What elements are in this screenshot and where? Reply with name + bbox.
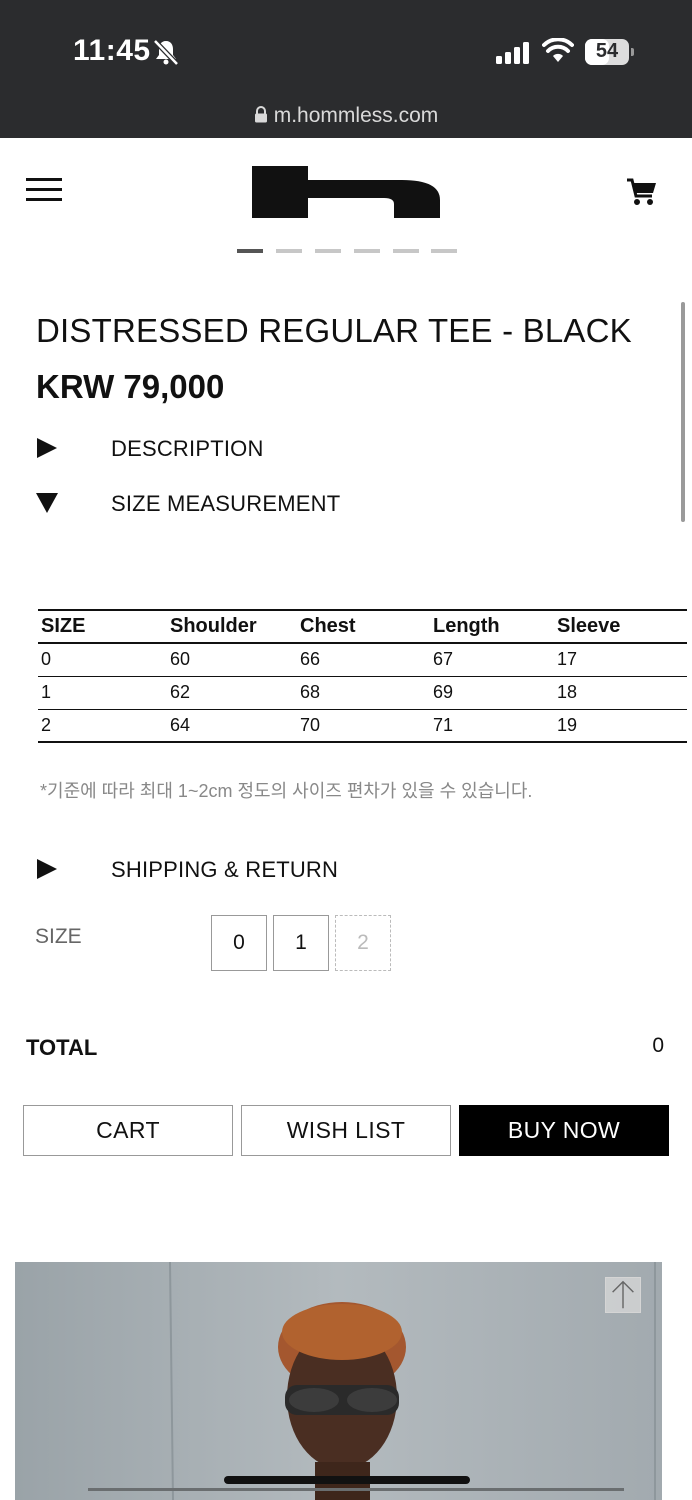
table-cell: 62 [167,676,297,710]
silent-bell-icon [153,39,179,66]
table-row: 0 60 66 67 17 [38,643,687,677]
hommless-logo[interactable] [252,166,440,218]
size-deviation-note: *기준에 따라 최대 1~2cm 정도의 사이즈 편차가 있을 수 있습니다. [40,781,533,801]
table-cell: 64 [167,709,297,743]
carousel-dot[interactable] [237,249,263,253]
table-cell: 66 [297,643,430,677]
caret-right-icon [37,438,57,458]
shopping-cart-icon[interactable] [626,178,658,206]
table-row: 2 64 70 71 19 [38,709,687,743]
carousel-dot[interactable] [276,249,302,253]
wish-list-button[interactable]: WISH LIST [241,1105,451,1156]
table-cell: 69 [430,676,554,710]
column-header: Shoulder [167,609,297,644]
size-selector-label: SIZE [35,925,82,948]
caret-right-icon [37,859,57,879]
product-price: KRW 79,000 [36,368,225,405]
column-header: Length [430,609,554,644]
size-option-0[interactable]: 0 [211,915,267,971]
table-cell: 18 [554,676,687,710]
carousel-indicator [237,249,457,253]
column-header: Sleeve [554,609,687,644]
size-measurement-toggle[interactable]: SIZE MEASUREMENT [36,489,636,519]
lock-icon [254,106,267,123]
table-header-row: SIZE Shoulder Chest Length Sleeve [38,609,687,644]
shipping-return-toggle[interactable]: SHIPPING & RETURN [36,855,636,885]
status-bar: 11:45 54 m.hommless.com [0,0,692,138]
caret-down-icon [36,493,58,513]
carousel-dot[interactable] [393,249,419,253]
clock: 11:45 [73,34,151,67]
cart-button[interactable]: CART [23,1105,233,1156]
model-photo-graphic [15,1262,662,1500]
description-label: DESCRIPTION [111,436,264,461]
table-cell: 67 [430,643,554,677]
size-measurement-label: SIZE MEASUREMENT [111,491,341,516]
table-cell: 70 [297,709,430,743]
battery-icon: 54 [585,39,634,65]
table-cell: 68 [297,676,430,710]
total-value: 0 [652,1034,664,1057]
product-title: DISTRESSED REGULAR TEE - BLACK [36,312,632,349]
column-header: Chest [297,609,430,644]
column-header: SIZE [38,609,167,644]
size-option-2-sold-out: 2 [335,915,391,971]
carousel-dot[interactable] [431,249,457,253]
cellular-signal-icon [496,42,529,64]
table-cell: 1 [38,676,167,710]
scroll-to-top-button[interactable] [605,1277,641,1313]
address-bar[interactable]: m.hommless.com [0,104,692,128]
carousel-dot[interactable] [315,249,341,253]
table-row: 1 62 68 69 18 [38,676,687,710]
total-label: TOTAL [26,1035,98,1060]
home-indicator[interactable] [224,1476,470,1484]
description-toggle[interactable]: DESCRIPTION [36,434,636,464]
product-photo [15,1262,662,1500]
shipping-return-label: SHIPPING & RETURN [111,857,339,882]
table-cell: 60 [167,643,297,677]
table-cell: 0 [38,643,167,677]
battery-percentage: 54 [595,40,619,62]
horizontal-scroll-indicator [88,1488,624,1491]
table-cell: 2 [38,709,167,743]
hamburger-menu-icon[interactable] [26,178,62,202]
size-option-1[interactable]: 1 [273,915,329,971]
wifi-icon [542,38,574,62]
scrollbar[interactable] [681,302,685,522]
carousel-dot[interactable] [354,249,380,253]
table-cell: 17 [554,643,687,677]
table-cell: 19 [554,709,687,743]
buy-now-button[interactable]: BUY NOW [459,1105,669,1156]
table-cell: 71 [430,709,554,743]
size-measurement-table: SIZE Shoulder Chest Length Sleeve 0 60 6… [38,609,687,743]
url-text: m.hommless.com [273,104,439,127]
